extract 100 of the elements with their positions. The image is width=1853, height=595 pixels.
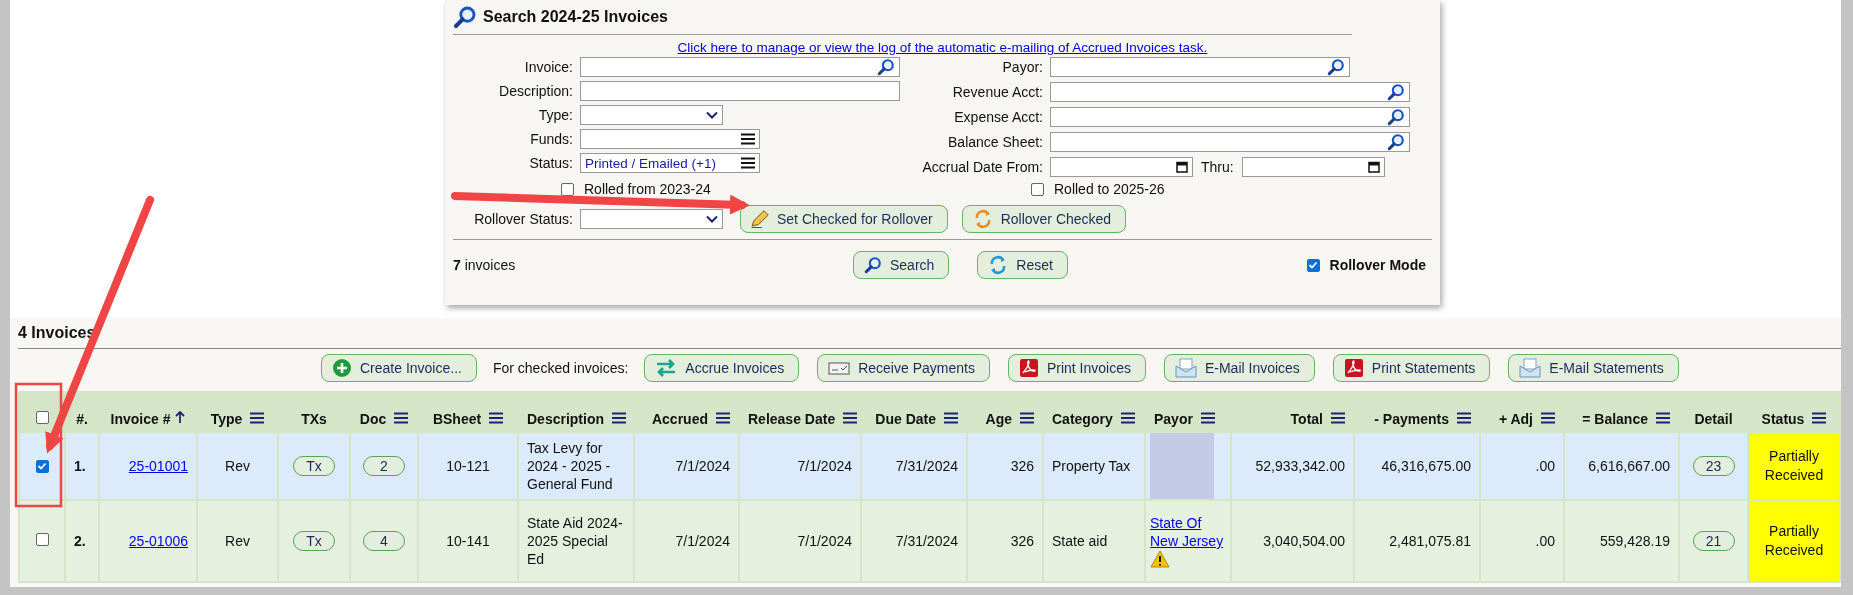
field-label: Description: bbox=[499, 83, 573, 99]
column-header[interactable]: Description bbox=[527, 411, 604, 427]
column-header[interactable]: Type bbox=[210, 411, 243, 427]
check-payment-icon bbox=[828, 360, 851, 376]
column-header[interactable]: Invoice # bbox=[110, 411, 171, 427]
field-label: Accrual Date From: bbox=[922, 158, 1043, 175]
reset-button[interactable]: Reset bbox=[977, 251, 1068, 279]
search-icon bbox=[1387, 108, 1405, 126]
table-cell: 6,616,667.00 bbox=[1588, 458, 1670, 474]
input-field[interactable] bbox=[1050, 57, 1350, 78]
column-header[interactable]: = Balance bbox=[1582, 411, 1648, 427]
field-label: Payor: bbox=[1002, 59, 1043, 76]
create-invoice-button[interactable]: Create Invoice... bbox=[321, 354, 477, 382]
doc-button[interactable]: 2 bbox=[363, 456, 405, 476]
calendar-icon bbox=[1367, 160, 1380, 173]
checkbox[interactable] bbox=[35, 533, 49, 546]
checkbox[interactable] bbox=[1031, 182, 1044, 196]
column-header[interactable]: + Adj bbox=[1498, 411, 1533, 427]
field-label: Type: bbox=[538, 107, 573, 123]
detail-button[interactable]: 23 bbox=[1692, 456, 1735, 476]
input-field[interactable] bbox=[580, 81, 900, 101]
rollover-button[interactable]: Set Checked for Rollover bbox=[740, 205, 948, 233]
column-header[interactable]: Release Date bbox=[748, 411, 836, 427]
table-cell: 7/1/2024 bbox=[797, 458, 852, 474]
input-field[interactable] bbox=[1050, 82, 1410, 103]
column-header[interactable]: - Payments bbox=[1374, 411, 1449, 427]
list-icon bbox=[741, 157, 755, 169]
row-number: 2. bbox=[74, 533, 86, 549]
column-header[interactable]: Total bbox=[1290, 411, 1323, 427]
checkbox-label: Rolled to 2025-26 bbox=[1054, 181, 1165, 197]
table-cell: 326 bbox=[1010, 533, 1034, 549]
toolbar-button[interactable]: Receive Payments bbox=[817, 354, 990, 382]
table-cell: 10-141 bbox=[446, 533, 490, 549]
multi-select-field[interactable]: Printed / Emailed (+1) bbox=[580, 153, 760, 173]
column-header[interactable]: Category bbox=[1052, 411, 1113, 427]
field-label: Status: bbox=[529, 155, 573, 171]
column-header[interactable]: Accrued bbox=[651, 411, 708, 427]
column-header[interactable]: Due Date bbox=[875, 411, 936, 427]
column-header[interactable]: TXs bbox=[301, 411, 327, 427]
search-icon bbox=[1387, 83, 1405, 102]
table-cell: 10-121 bbox=[446, 458, 490, 474]
tx-button[interactable]: Tx bbox=[293, 531, 335, 551]
checkbox[interactable] bbox=[561, 182, 574, 196]
table-cell: 2,481,075.81 bbox=[1389, 533, 1471, 549]
input-field[interactable] bbox=[580, 57, 900, 77]
checkbox[interactable] bbox=[35, 459, 49, 473]
chevron-down-icon bbox=[706, 111, 718, 119]
rollover-button[interactable]: Rollover Checked bbox=[961, 205, 1127, 233]
column-header[interactable]: Detail bbox=[1694, 411, 1733, 427]
toolbar-button[interactable]: Print Statements bbox=[1332, 354, 1491, 382]
table-cell: .00 bbox=[1535, 533, 1555, 549]
date-field[interactable] bbox=[1050, 156, 1193, 177]
column-header[interactable]: Status bbox=[1761, 411, 1805, 427]
dropdown[interactable] bbox=[580, 105, 723, 125]
toolbar-label: For checked invoices: bbox=[492, 360, 629, 376]
toolbar-button[interactable]: Print Invoices bbox=[1007, 354, 1146, 382]
checkbox-label: Rolled from 2023-24 bbox=[584, 181, 711, 197]
swap-arrows-icon bbox=[655, 358, 678, 378]
toolbar-button[interactable]: Accrue Invoices bbox=[644, 354, 800, 382]
search-icon bbox=[864, 256, 882, 274]
envelope-icon bbox=[1519, 358, 1542, 378]
table-cell: 559,428.19 bbox=[1599, 533, 1670, 549]
field-value: Printed / Emailed (+1) bbox=[585, 155, 716, 171]
chevron-down-icon bbox=[706, 215, 718, 223]
log-link[interactable]: Click here to manage or view the log of the automatic e-mailing of Accrued Invoices task. bbox=[677, 40, 1208, 55]
field-label: Revenue Acct: bbox=[952, 84, 1043, 101]
search-button[interactable]: Search bbox=[853, 251, 950, 279]
table-row[interactable]: 1. 25-01001 Rev Tx 2 10-121 Tax Levy for 2024 - 2025 - General Fund 7/1/2024 7/1/2024 7/31/2024 326 Property Tax 52,933,342.00 46,316,675.00 .00 6,616,667.00 23 Partially Received bbox=[20, 433, 1839, 499]
detail-button[interactable]: 21 bbox=[1692, 531, 1735, 551]
multi-select-field[interactable] bbox=[580, 129, 760, 149]
column-header[interactable]: Payor bbox=[1154, 411, 1193, 427]
checkbox[interactable] bbox=[35, 411, 49, 424]
status-label: Partially Received bbox=[1764, 523, 1824, 558]
field-label: Thru: bbox=[1201, 158, 1234, 175]
table-cell: 46,316,675.00 bbox=[1381, 458, 1471, 474]
input-field[interactable] bbox=[1050, 131, 1410, 152]
table-cell: 7/31/2024 bbox=[895, 533, 958, 549]
toolbar-button[interactable]: E-Mail Invoices bbox=[1163, 354, 1315, 382]
column-header[interactable]: Doc bbox=[359, 411, 387, 427]
table-cell: Property Tax bbox=[1052, 458, 1131, 474]
checkbox[interactable] bbox=[1306, 258, 1320, 272]
pencil-icon bbox=[751, 210, 769, 228]
table-cell: 7/1/2024 bbox=[675, 533, 730, 549]
column-header[interactable]: BSheet bbox=[432, 411, 482, 427]
column-header[interactable]: #. bbox=[76, 411, 88, 427]
table-cell: Rev bbox=[225, 458, 250, 474]
column-header[interactable]: Age bbox=[985, 411, 1012, 427]
invoice-link[interactable]: 25-01006 bbox=[128, 533, 188, 549]
input-field[interactable] bbox=[1050, 107, 1410, 127]
dropdown[interactable] bbox=[580, 209, 723, 229]
field-label: Expense Acct: bbox=[954, 109, 1043, 125]
invoice-link[interactable]: 25-01001 bbox=[128, 458, 188, 474]
doc-button[interactable]: 4 bbox=[363, 531, 405, 551]
tx-button[interactable]: Tx bbox=[293, 456, 335, 476]
list-icon bbox=[741, 133, 755, 145]
date-field[interactable] bbox=[1241, 156, 1385, 177]
field-label: Funds: bbox=[530, 131, 573, 147]
table-row[interactable]: 2. 25-01006 Rev Tx 4 10-141 State Aid 2024-2025 Special Ed 7/1/2024 7/1/2024 7/31/2024 326 State aid State Of New Jersey 3,040,504.00 2,481,075.81 .00 559,428.19 21 Partially Received bbox=[20, 501, 1839, 581]
invoice-count: 7 invoices bbox=[453, 257, 517, 273]
toolbar-button[interactable]: E-Mail Statements bbox=[1508, 354, 1679, 382]
